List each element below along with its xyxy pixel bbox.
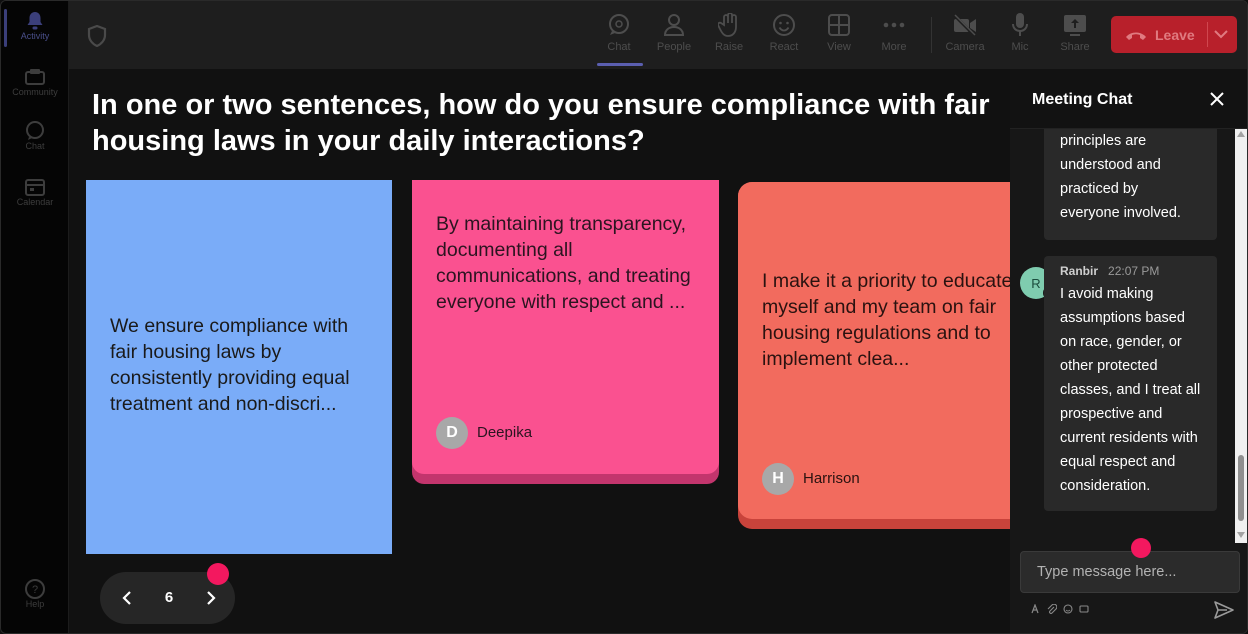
scroll-up-arrow-icon[interactable]	[1237, 131, 1245, 137]
leave-separator	[1207, 22, 1208, 47]
card-author: D Deepika	[436, 417, 532, 449]
author-name: Deepika	[477, 424, 533, 441]
mic-button[interactable]: Mic	[994, 11, 1046, 53]
more-dots-icon	[881, 11, 907, 39]
hand-icon	[716, 11, 742, 39]
scrollbar-thumb[interactable]	[1238, 455, 1244, 521]
avatar: H	[762, 463, 794, 495]
smiley-icon	[771, 11, 797, 39]
chat-header: Meeting Chat	[1010, 69, 1247, 129]
chevron-right-icon[interactable]	[200, 586, 222, 610]
gif-icon[interactable]	[1078, 603, 1090, 615]
mic-label: Mic	[1011, 41, 1029, 53]
rail-item-label: Activity	[20, 31, 50, 41]
chat-title: Meeting Chat	[1032, 91, 1133, 108]
message-input[interactable]	[1020, 551, 1240, 593]
toolbar-divider	[931, 17, 932, 53]
share-label: Share	[1060, 41, 1090, 53]
grid-icon	[826, 11, 852, 39]
format-toolbar	[1030, 603, 1090, 615]
share-button[interactable]: Share	[1049, 11, 1101, 53]
card-text: By maintaining transparency, documenting…	[436, 213, 691, 313]
react-button[interactable]: React	[758, 11, 810, 53]
raise-hand-button[interactable]: Raise	[703, 11, 755, 53]
people-label: People	[656, 41, 692, 53]
bell-icon	[24, 11, 46, 31]
message-time: 22:07 PM	[1108, 264, 1160, 278]
card-text: We ensure compliance with fair housing l…	[110, 315, 350, 415]
chat-button[interactable]: Chat	[593, 11, 645, 53]
raise-label: Raise	[714, 41, 744, 53]
svg-text:?: ?	[32, 584, 38, 596]
view-label: View	[827, 41, 851, 53]
card-author: H Harrison	[762, 463, 860, 495]
leave-button[interactable]: Leave	[1111, 16, 1237, 53]
microphone-icon	[1007, 11, 1033, 39]
scroll-down-arrow-icon[interactable]	[1237, 532, 1245, 538]
click-indicator-dot	[1131, 538, 1151, 558]
view-button[interactable]: View	[813, 11, 865, 53]
chat-message: principles are understood and practiced …	[1044, 129, 1217, 240]
brainstorm-board: In one or two sentences, how do you ensu…	[69, 69, 1010, 633]
author-name: Harrison	[803, 470, 860, 487]
chat-icon	[606, 11, 632, 39]
chevron-down-icon[interactable]	[1213, 27, 1229, 41]
meeting-window: Activity Community Chat Calendar ? Help	[0, 0, 1248, 634]
avatar: D	[436, 417, 468, 449]
chat-label: Chat	[607, 41, 631, 53]
chevron-left-icon[interactable]	[116, 586, 138, 610]
rail-item-calendar[interactable]: Calendar	[1, 177, 69, 207]
camera-off-icon	[952, 11, 978, 39]
people-icon	[661, 11, 687, 39]
app-rail: Activity Community Chat Calendar ? Help	[1, 1, 69, 633]
attach-icon[interactable]	[1046, 603, 1058, 615]
calendar-icon	[24, 177, 46, 197]
chat-messages[interactable]: principles are understood and practiced …	[1010, 129, 1247, 543]
chat-scrollbar[interactable]	[1235, 129, 1247, 543]
page-number: 6	[164, 589, 174, 606]
emoji-icon[interactable]	[1062, 603, 1074, 615]
card-text: I make it a priority to educate myself an…	[762, 270, 1010, 370]
message-text: principles are understood and practiced …	[1060, 133, 1181, 221]
leave-label: Leave	[1155, 26, 1195, 43]
question-title: In one or two sentences, how do you ensu…	[92, 89, 990, 157]
rail-item-label: Chat	[25, 141, 45, 151]
chat-icon	[24, 121, 46, 141]
more-button[interactable]: More	[868, 11, 920, 53]
meeting-chat-panel: Meeting Chat principles are understood a…	[1010, 69, 1247, 633]
format-text-icon[interactable]	[1030, 603, 1042, 615]
react-label: React	[769, 41, 799, 53]
response-card[interactable]: I make it a priority to educate myself an…	[738, 182, 1010, 519]
active-tab-indicator	[597, 63, 643, 66]
rail-item-help[interactable]: ? Help	[1, 579, 69, 609]
rail-item-label: Calendar	[16, 197, 54, 207]
send-icon[interactable]	[1213, 600, 1235, 620]
community-icon	[24, 67, 46, 87]
response-card[interactable]: By maintaining transparency, documenting…	[412, 180, 719, 474]
phone-hangup-icon	[1125, 28, 1147, 42]
message-meta: Ranbir 22:07 PM	[1060, 262, 1201, 280]
rail-item-chat[interactable]: Chat	[1, 121, 69, 151]
rail-item-activity[interactable]: Activity	[1, 11, 69, 41]
meeting-toolbar: Chat People Raise React View More Camera…	[69, 1, 1247, 69]
message-text: I avoid making assumptions based on race…	[1060, 286, 1201, 494]
rail-item-community[interactable]: Community	[1, 67, 69, 97]
people-button[interactable]: People	[648, 11, 700, 53]
help-icon: ?	[24, 579, 46, 599]
share-screen-icon	[1062, 11, 1088, 39]
close-icon[interactable]	[1208, 90, 1226, 108]
rail-item-label: Help	[25, 599, 45, 609]
camera-label: Camera	[945, 41, 985, 53]
click-indicator-dot	[207, 563, 229, 585]
chat-message: Ranbir 22:07 PM I avoid making assumptio…	[1044, 256, 1217, 511]
response-card[interactable]: We ensure compliance with fair housing l…	[86, 180, 392, 554]
camera-button[interactable]: Camera	[939, 11, 991, 53]
message-author: Ranbir	[1060, 264, 1099, 278]
more-label: More	[881, 41, 907, 53]
rail-item-label: Community	[12, 87, 58, 97]
shield-icon	[87, 24, 107, 48]
